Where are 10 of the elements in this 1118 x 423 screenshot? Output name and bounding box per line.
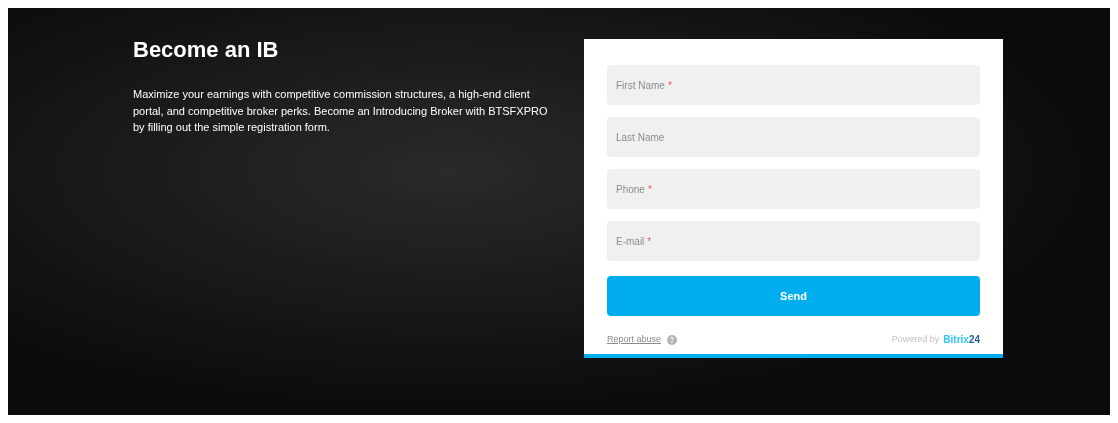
intro-paragraph: Maximize your earnings with competitive commission structures, a high-end client portal, and competitive broker perks. Become an Introducing Broker with BTSFXPRO by filling out the simple registration form. (133, 87, 549, 135)
heading: Become an IB (133, 36, 280, 64)
send-button[interactable]: Send (607, 276, 980, 316)
input-field[interactable]: Phone * (607, 169, 980, 209)
input-field[interactable]: E-mail * (607, 221, 980, 261)
input-field[interactable]: Last Name (607, 117, 980, 157)
report-abuse-link[interactable]: Report abuse (607, 332, 662, 347)
help-icon[interactable] (667, 334, 678, 345)
input-field[interactable]: First Name * (607, 65, 980, 105)
brand-logo[interactable]: Bitrix24 (943, 332, 980, 347)
